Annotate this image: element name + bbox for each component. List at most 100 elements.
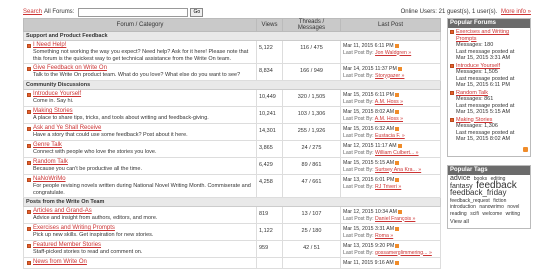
- last-post-user-link[interactable]: Roma »: [375, 233, 393, 239]
- last-post-cell: Mar 15, 2015 3:31 AM Last Post By: Roma »: [340, 223, 441, 241]
- last-post-by: Last Post By: Daniel François »: [343, 216, 415, 222]
- tag-link[interactable]: reading: [450, 211, 467, 217]
- last-post-user-link[interactable]: A.M. Hoss »: [375, 116, 403, 122]
- last-post-cell: Mar 14, 2015 11:37 PM Last Post By: Story…: [340, 63, 441, 81]
- last-post-user-link[interactable]: William Culbert... »: [375, 150, 419, 156]
- views-count: 959: [256, 240, 283, 258]
- rss-icon[interactable]: [397, 143, 402, 148]
- last-post-user-link[interactable]: Daniel François »: [375, 216, 415, 222]
- popular-forum-link[interactable]: Exercises and Writing Prompts: [456, 29, 528, 42]
- rss-icon[interactable]: [394, 92, 399, 97]
- forum-description: Advice and insight from authors, editors…: [33, 215, 158, 221]
- tag-link[interactable]: nanowrimo: [479, 204, 503, 210]
- popular-forum-last-date: Mar 15, 2015 5:15 AM: [456, 109, 511, 115]
- forum-title-link[interactable]: Ask and Ye Shall Receive: [33, 125, 254, 132]
- forum-row: NaNoWriMo For people revising novels writ…: [23, 174, 441, 198]
- last-post-by-label: Last Post By:: [343, 166, 374, 173]
- section-title: Community Discussions: [23, 80, 441, 90]
- rss-icon[interactable]: [397, 209, 402, 214]
- popular-forums-list: Exercises and Writing Prompts Messages: 1…: [448, 28, 530, 146]
- last-post-user-link[interactable]: A.M. Hoss »: [375, 99, 403, 105]
- views-count: 1,122: [256, 223, 283, 241]
- tag-link[interactable]: novel: [507, 204, 519, 210]
- views-count: 10,241: [256, 106, 283, 124]
- search-scope-label: All Forums:: [44, 9, 75, 15]
- forum-row: Featured Member Stories Staff-picked stor…: [23, 240, 441, 258]
- forum-icon: [27, 44, 31, 48]
- forum-title-link[interactable]: News from Write On: [33, 259, 254, 266]
- last-post-user-link[interactable]: Surtsey Ana Kra... »: [375, 167, 421, 173]
- tag-link[interactable]: scifi: [470, 211, 479, 217]
- forum-title-link[interactable]: Genre Talk: [33, 142, 254, 149]
- last-post-by: Last Post By: A.M. Hoss »: [343, 99, 403, 105]
- forum-title-link[interactable]: NaNoWriMo: [33, 176, 254, 183]
- last-post-by-label: Last Post By:: [343, 132, 374, 139]
- rss-icon[interactable]: [394, 43, 399, 48]
- forum-description: Come in. Say hi.: [33, 98, 74, 104]
- rss-icon[interactable]: [523, 146, 528, 152]
- rss-icon[interactable]: [394, 260, 399, 265]
- tag-link[interactable]: advice: [450, 175, 470, 182]
- last-post-user-link[interactable]: RJ Triveri »: [375, 184, 401, 190]
- rss-icon[interactable]: [395, 160, 400, 165]
- section-row: Support and Product Feedback: [23, 31, 441, 41]
- rss-icon[interactable]: [395, 243, 400, 248]
- last-post-date: Mar 12, 2015 11:17 AM: [343, 143, 397, 149]
- forum-description: Because you can't be productive all the …: [33, 166, 142, 172]
- forum-row: I Need Help! Something not working the wa…: [23, 40, 441, 64]
- tag-link[interactable]: welcome: [482, 211, 502, 217]
- forum-icon: [27, 261, 31, 265]
- rss-icon[interactable]: [395, 177, 400, 182]
- forum-description: Something not working the way you expect…: [33, 49, 249, 62]
- forum-title-link[interactable]: Making Stories: [33, 108, 254, 115]
- forum-title-link[interactable]: Featured Member Stories: [33, 242, 254, 249]
- forum-title-link[interactable]: Articles and Grand-As: [33, 208, 254, 215]
- last-post-by-label: Last Post By:: [343, 215, 374, 222]
- last-post-user-link[interactable]: Eustacia F. »: [375, 133, 405, 139]
- last-post-user-link[interactable]: gossamerglimmering... »: [375, 250, 432, 256]
- last-post-date: Mar 15, 2015 5:15 AM: [343, 160, 395, 166]
- rss-icon[interactable]: [397, 66, 402, 71]
- last-post-cell: Mar 12, 2015 11:17 AM Last Post By: Willi…: [340, 140, 441, 158]
- forum-cell: Making Stories A place to share tips, tri…: [23, 106, 257, 124]
- forum-description: Have a story that could use some feedbac…: [33, 132, 188, 138]
- forum-icon: [27, 144, 31, 148]
- popular-forums-title: Popular Forums: [448, 19, 530, 28]
- tag-link[interactable]: fiction: [493, 198, 506, 204]
- forum-icon: [27, 244, 31, 248]
- forum-title-link[interactable]: I Need Help!: [33, 42, 254, 49]
- tag-link[interactable]: writing: [506, 211, 520, 217]
- online-users: Online Users: 21 guest(s), 1 user(s). Mo…: [401, 9, 531, 15]
- last-post-user-link[interactable]: Jon Waldgren »: [375, 50, 411, 56]
- view-all-tags-link[interactable]: View all: [450, 219, 469, 225]
- last-post-by-label: Last Post By:: [343, 249, 374, 256]
- forum-cell: News from Write On: [23, 257, 257, 269]
- tag-link[interactable]: feedback_friday: [450, 188, 506, 197]
- tag-link[interactable]: introduction: [450, 204, 476, 210]
- tag-link[interactable]: feedback_request: [450, 198, 490, 204]
- views-count: [256, 257, 283, 269]
- rss-icon[interactable]: [395, 226, 400, 231]
- go-button[interactable]: Go: [190, 7, 204, 17]
- forum-cell: Give Feedback on Write On Talk to the Wri…: [23, 63, 257, 81]
- last-post-date: Mar 11, 2015 9:16 AM: [343, 260, 394, 266]
- section-row: Posts from the Write On Team: [23, 197, 441, 207]
- last-post-date: Mar 12, 2015 10:34 AM: [343, 209, 397, 215]
- search-input[interactable]: [78, 7, 189, 17]
- last-post-user-link[interactable]: Storygazer »: [375, 73, 404, 79]
- forum-title-link[interactable]: Exercises and Writing Prompts: [33, 225, 254, 232]
- rss-icon[interactable]: [395, 126, 400, 131]
- forum-cell: Articles and Grand-As Advice and insight …: [23, 206, 257, 224]
- last-post-by-label: Last Post By:: [343, 149, 374, 156]
- last-post-by: Last Post By: William Culbert... »: [343, 150, 419, 156]
- views-count: 10,449: [256, 89, 283, 107]
- top-bar: Search All Forums: Go Online Users: 21 g…: [23, 7, 531, 17]
- search-link[interactable]: Search: [23, 9, 42, 15]
- rss-icon[interactable]: [395, 109, 400, 114]
- forum-title-link[interactable]: Random Talk: [33, 159, 254, 166]
- last-post-by-label: Last Post By:: [343, 72, 374, 79]
- more-info-link[interactable]: More info »: [501, 9, 531, 15]
- forum-cell: Genre Talk Connect with people who love t…: [23, 140, 257, 158]
- forum-title-link[interactable]: Introduce Yourself: [33, 91, 254, 98]
- forum-title-link[interactable]: Give Feedback on Write On: [33, 65, 254, 72]
